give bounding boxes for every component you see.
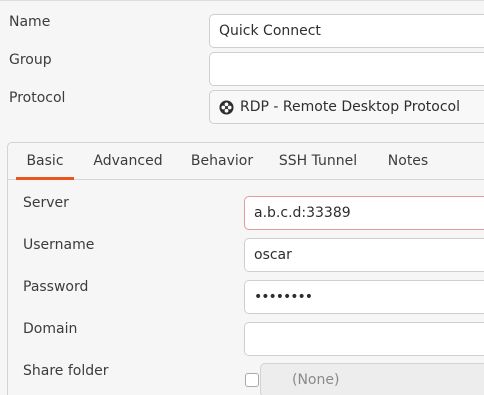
rdp-icon xyxy=(219,99,234,115)
password-field[interactable]: •••••••• xyxy=(244,280,484,314)
username-label: Username xyxy=(23,237,95,253)
domain-label: Domain xyxy=(23,321,78,337)
name-field[interactable]: Quick Connect xyxy=(209,14,484,48)
share-folder-label: Share folder xyxy=(23,363,109,379)
share-folder-checkbox[interactable] xyxy=(245,373,259,387)
protocol-label: Protocol xyxy=(9,90,66,106)
tab-bar: Basic Advanced Behavior SSH Tunnel Notes xyxy=(8,143,484,180)
tab-advanced-label: Advanced xyxy=(93,153,163,169)
share-folder-chooser[interactable]: (None) xyxy=(260,363,484,395)
tab-notes[interactable]: Notes xyxy=(378,143,438,179)
top-divider xyxy=(0,0,484,1)
password-value: •••••••• xyxy=(254,289,313,305)
domain-field[interactable] xyxy=(244,322,484,356)
tab-ssh-tunnel-label: SSH Tunnel xyxy=(278,153,358,169)
server-value: a.b.c.d:33389 xyxy=(254,205,351,221)
share-folder-value: (None) xyxy=(292,372,340,388)
group-field[interactable] xyxy=(209,52,484,86)
server-label: Server xyxy=(23,195,69,211)
tab-advanced[interactable]: Advanced xyxy=(87,143,169,179)
tab-behavior-label: Behavior xyxy=(190,153,254,169)
group-label: Group xyxy=(9,52,52,68)
tab-notes-label: Notes xyxy=(387,153,429,169)
tab-behavior[interactable]: Behavior xyxy=(184,143,260,179)
protocol-value: RDP - Remote Desktop Protocol xyxy=(240,99,460,115)
tab-basic[interactable]: Basic xyxy=(16,143,74,180)
connection-editor: Name Quick Connect Group Protocol RDP - … xyxy=(0,0,484,395)
tab-ssh-tunnel[interactable]: SSH Tunnel xyxy=(273,143,363,179)
password-label: Password xyxy=(23,279,89,295)
username-value: oscar xyxy=(254,247,292,263)
server-field[interactable]: a.b.c.d:33389 xyxy=(244,196,484,230)
protocol-combo[interactable]: RDP - Remote Desktop Protocol xyxy=(209,90,484,124)
tab-basic-label: Basic xyxy=(26,153,64,169)
username-field[interactable]: oscar xyxy=(244,238,484,272)
name-label: Name xyxy=(9,14,51,30)
name-value: Quick Connect xyxy=(219,23,321,39)
